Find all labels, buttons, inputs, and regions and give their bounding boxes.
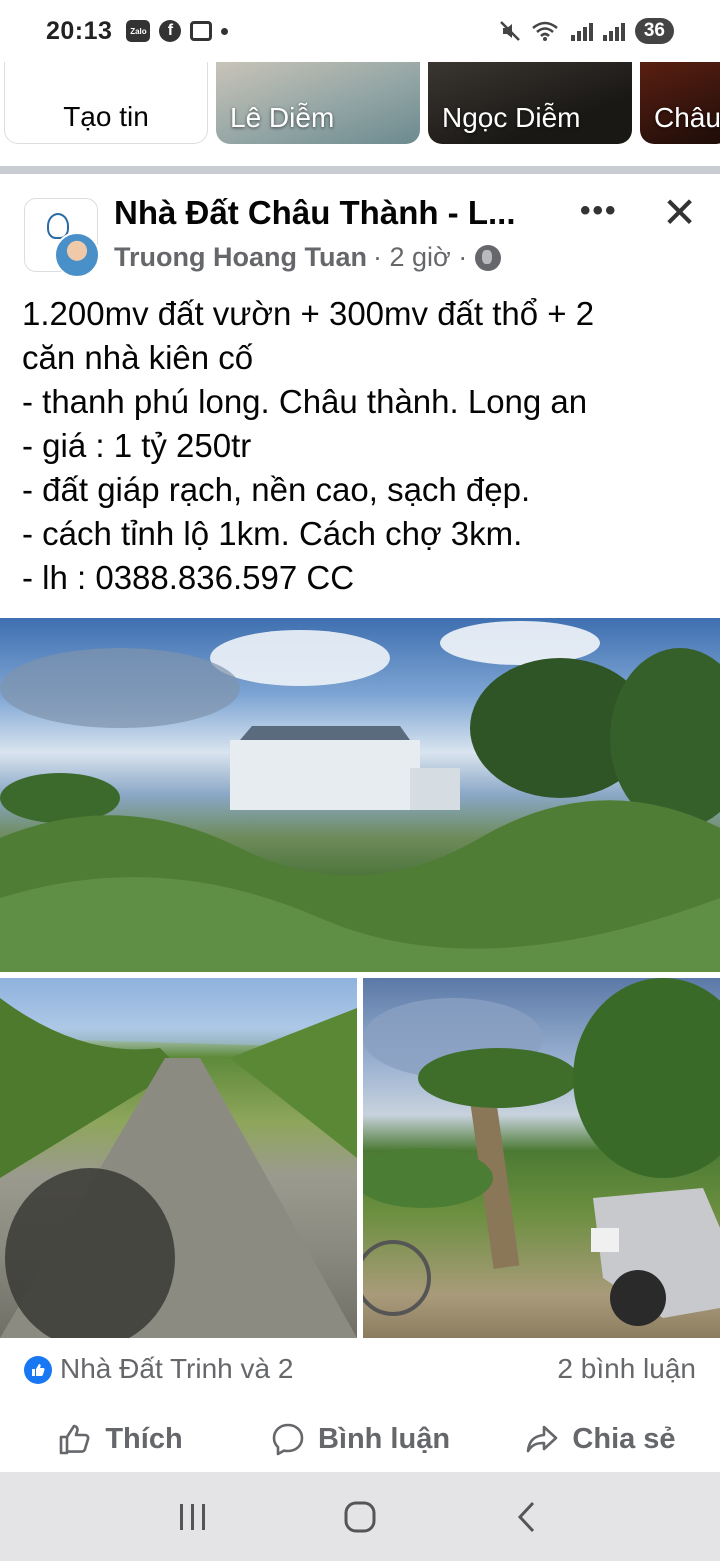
post-header: Nhà Đất Châu Thành - L... ••• ✕ Truong H… [0,174,720,284]
story-card[interactable]: Lê Diễm [216,62,420,144]
share-icon [527,1425,558,1453]
like-button[interactable]: Thích [0,1406,240,1472]
post-line: - cách tỉnh lộ 1km. Cách chợ 3km. [22,515,523,552]
author-name[interactable]: Truong Hoang Tuan [114,242,367,273]
close-button[interactable]: ✕ [662,188,697,237]
reaction-summary[interactable]: Nhà Đất Trinh và 2 [60,1353,293,1385]
wifi-icon [532,21,558,41]
post-photo-garden[interactable] [363,978,720,1338]
post-photo-main[interactable] [0,618,720,972]
system-icons: 36 [499,18,674,44]
garden-illustration [363,978,720,1326]
like-label: Thích [105,1422,183,1455]
post-line: 1.200mv đất vườn + 300mv đất thổ + 2 [22,295,595,332]
post-time[interactable]: · 2 giờ · [373,242,467,273]
stories-strip: Tạo tin Lê Diễm Ngọc Diễm Châu [0,62,720,160]
story-card[interactable]: Châu [640,62,720,144]
signal-icon-2 [602,21,625,41]
screenshot-icon [190,21,213,41]
story-name: Lê Diễm [230,102,335,133]
post-photo-road[interactable] [0,978,357,1338]
post-body: 1.200mv đất vườn + 300mv đất thổ + 2 căn… [22,292,702,600]
comment-count[interactable]: 2 bình luận [557,1353,696,1385]
create-story-card[interactable]: Tạo tin [4,62,208,144]
story-name: Ngọc Diễm [442,102,581,133]
like-reaction-icon [24,1356,52,1384]
share-label: Chia sẻ [572,1422,676,1455]
globe-icon [475,244,502,271]
reactions-bar: Nhà Đất Trinh và 2 2 bình luận [0,1346,720,1396]
post-actions: Thích Bình luận Chia sẻ [0,1406,720,1472]
post-line: - lh : 0388.836.597 CC [22,559,355,596]
story-name: Châu [654,102,720,133]
back-button[interactable] [507,1497,547,1537]
signal-icon [570,21,593,41]
zalo-icon: Zalo [126,20,151,42]
notification-icons: Zalo f [126,20,229,42]
status-time: 20:13 [46,16,113,45]
status-bar: 20:13 Zalo f 36 [0,0,720,62]
feed-divider [0,166,720,174]
share-button[interactable]: Chia sẻ [480,1406,720,1472]
comment-button[interactable]: Bình luận [240,1406,480,1472]
post-meta: Truong Hoang Tuan · 2 giờ · [114,242,502,273]
system-navigation-bar [0,1472,720,1561]
author-avatar[interactable] [54,232,100,278]
back-icon [517,1501,534,1532]
story-card[interactable]: Ngọc Diễm [428,62,632,144]
farmhouse-illustration [0,621,720,972]
road-illustration [0,978,357,1338]
post-line: căn nhà kiên cố [22,339,254,376]
post-line: - thanh phú long. Châu thành. Long an [22,383,588,420]
facebook-icon: f [159,20,182,42]
recent-apps-icon [180,1503,206,1530]
thumbs-up-icon [60,1424,90,1455]
post-line: - đất giáp rạch, nền cao, sạch đẹp. [22,471,531,508]
battery-indicator: 36 [634,18,674,44]
group-name[interactable]: Nhà Đất Châu Thành - L... [114,194,564,232]
recent-apps-button[interactable] [173,1497,213,1537]
mute-icon [499,21,520,41]
home-button[interactable] [340,1497,380,1537]
home-icon [344,1501,376,1532]
more-notifications-icon [221,27,229,35]
post-line: - giá : 1 tỷ 250tr [22,427,252,464]
create-story-label: Tạo tin [63,101,149,132]
more-options-button[interactable]: ••• [580,194,618,228]
comment-icon [272,1423,304,1456]
comment-label: Bình luận [317,1422,451,1455]
